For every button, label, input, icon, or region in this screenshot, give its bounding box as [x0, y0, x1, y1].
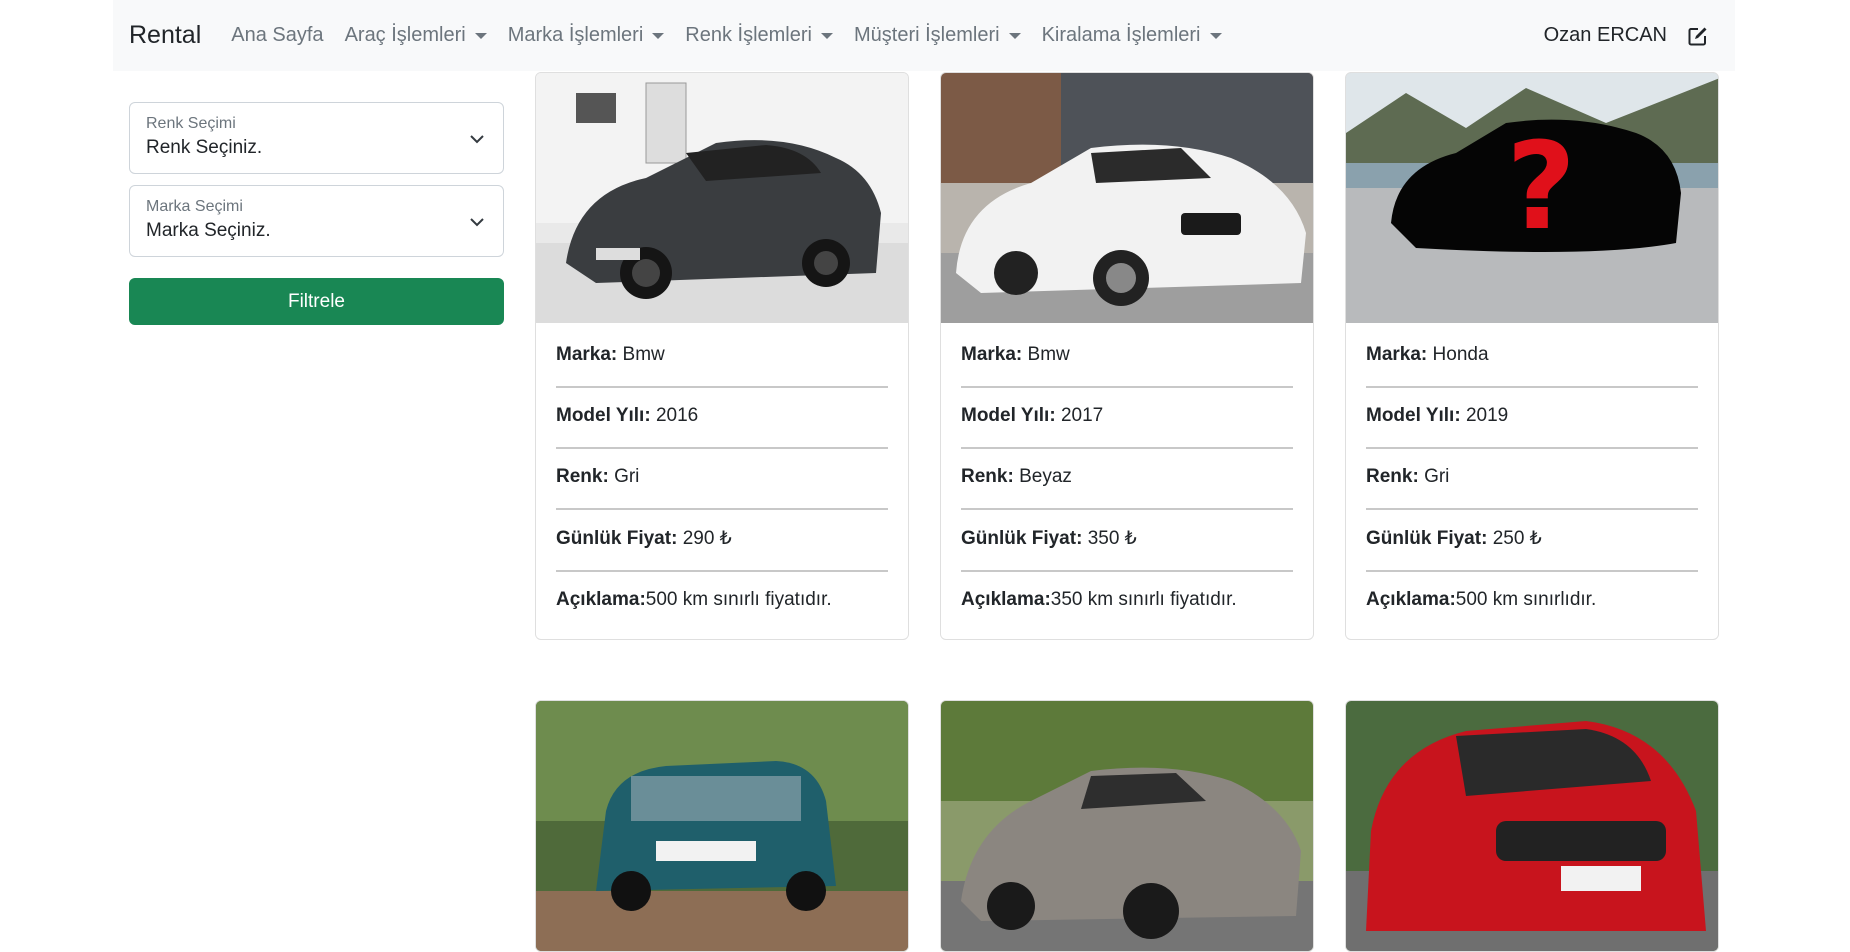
- car-daily-price: Günlük Fiyat: 290 ₺: [556, 510, 888, 572]
- nav-item-color-operations[interactable]: Renk İşlemleri: [685, 24, 833, 47]
- car-description: Açıklama:500 km sınırlıdır.: [1366, 589, 1597, 610]
- car-details: Marka: Bmw Model Yılı: 2017 Renk: Beyaz …: [941, 323, 1313, 639]
- caret-down-icon: [1008, 32, 1021, 39]
- car-color: Renk: Gri: [556, 449, 888, 510]
- caret-down-icon: [820, 32, 833, 39]
- brand-select[interactable]: Marka Seçimi Marka Seçiniz.: [129, 185, 504, 257]
- edit-icon[interactable]: [1687, 25, 1709, 47]
- car-card[interactable]: [940, 700, 1314, 952]
- car-image: [941, 73, 1313, 323]
- car-details: Marka: Honda Model Yılı: 2019 Renk: Gri …: [1346, 323, 1718, 639]
- car-image: [536, 73, 908, 323]
- nav-item-home[interactable]: Ana Sayfa: [231, 24, 323, 47]
- chevron-down-icon: [470, 218, 484, 227]
- color-select-value: Renk Seçiniz.: [146, 137, 263, 158]
- car-details: Marka: Bmw Model Yılı: 2016 Renk: Gri Gü…: [536, 323, 908, 639]
- car-description: Açıklama:500 km sınırlı fiyatıdır.: [556, 589, 832, 610]
- nav-item-car-operations[interactable]: Araç İşlemleri: [345, 24, 487, 47]
- car-model-year: Model Yılı: 2019: [1366, 388, 1698, 449]
- caret-down-icon: [1209, 32, 1222, 39]
- car-color: Renk: Beyaz: [961, 449, 1293, 510]
- nav-item-label: Ana Sayfa: [231, 24, 324, 46]
- navbar-brand[interactable]: Rental: [129, 21, 201, 50]
- car-card[interactable]: [535, 700, 909, 952]
- car-model-year: Model Yılı: 2017: [961, 388, 1293, 449]
- nav-item-label: Marka İşlemleri: [507, 24, 644, 46]
- svg-text:?: ?: [1506, 118, 1576, 257]
- brand-select-label: Marka Seçimi: [146, 198, 243, 215]
- car-color: Renk: Gri: [1366, 449, 1698, 510]
- car-card[interactable]: [1345, 700, 1719, 952]
- chevron-down-icon: [470, 135, 484, 144]
- car-brand: Marka: Bmw: [961, 327, 1293, 388]
- car-description: Açıklama:350 km sınırlı fiyatıdır.: [961, 589, 1237, 610]
- car-card[interactable]: Marka: Bmw Model Yılı: 2017 Renk: Beyaz …: [940, 72, 1314, 640]
- car-image: [941, 701, 1313, 951]
- caret-down-icon: [652, 32, 665, 39]
- nav-item-brand-operations[interactable]: Marka İşlemleri: [508, 24, 665, 47]
- color-select[interactable]: Renk Seçimi Renk Seçiniz.: [129, 102, 504, 174]
- nav-item-label: Araç İşlemleri: [344, 24, 466, 46]
- car-daily-price: Günlük Fiyat: 350 ₺: [961, 510, 1293, 572]
- nav-item-label: Müşteri İşlemleri: [853, 24, 1000, 46]
- navbar: Rental Ana Sayfa Araç İşlemleri Marka İş…: [113, 0, 1735, 71]
- car-model-year: Model Yılı: 2016: [556, 388, 888, 449]
- filter-button[interactable]: Filtrele: [129, 278, 504, 325]
- car-image: ?: [1346, 73, 1718, 323]
- car-daily-price: Günlük Fiyat: 250 ₺: [1366, 510, 1698, 572]
- nav-item-label: Kiralama İşlemleri: [1041, 24, 1201, 46]
- filter-sidebar: Renk Seçimi Renk Seçiniz. Marka Seçimi M…: [129, 102, 504, 325]
- car-image: [536, 701, 908, 951]
- user-name[interactable]: Ozan ERCAN: [1544, 24, 1667, 47]
- nav-item-customer-operations[interactable]: Müşteri İşlemleri: [854, 24, 1021, 47]
- car-image: [1346, 701, 1718, 951]
- car-card[interactable]: ? Marka: Honda Model Yılı: 2019 Renk: Gr…: [1345, 72, 1719, 640]
- car-brand: Marka: Honda: [1366, 327, 1698, 388]
- nav-item-label: Renk İşlemleri: [685, 24, 812, 46]
- caret-down-icon: [474, 32, 487, 39]
- nav-item-rental-operations[interactable]: Kiralama İşlemleri: [1042, 24, 1222, 47]
- color-select-label: Renk Seçimi: [146, 115, 236, 132]
- car-brand: Marka: Bmw: [556, 327, 888, 388]
- brand-select-value: Marka Seçiniz.: [146, 220, 271, 241]
- car-card[interactable]: Marka: Bmw Model Yılı: 2016 Renk: Gri Gü…: [535, 72, 909, 640]
